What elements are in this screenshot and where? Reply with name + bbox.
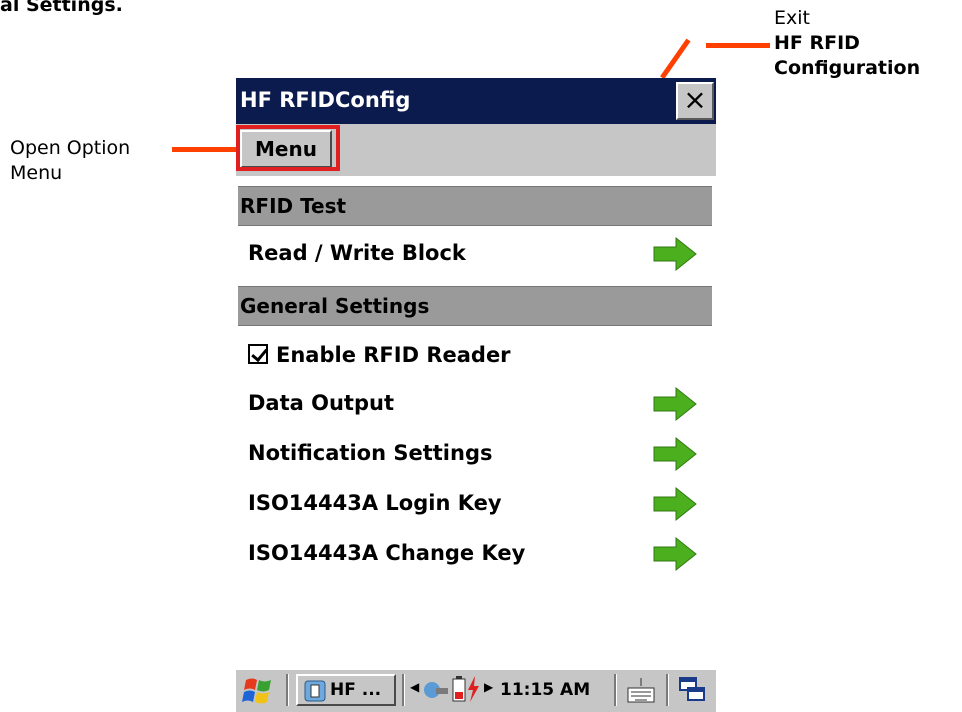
iso14443a-login-key-item[interactable]: ISO14443A Login Key: [248, 480, 698, 526]
exit-callout-line-h: [706, 43, 770, 48]
taskbar-separator: [666, 674, 669, 706]
enable-rfid-label: Enable RFID Reader: [276, 343, 511, 367]
notification-settings-label: Notification Settings: [248, 441, 493, 465]
iso14443a-login-key-label: ISO14443A Login Key: [248, 491, 502, 515]
windows-flag-icon[interactable]: [242, 676, 276, 706]
taskbar: HF ... ◀ ▶ 11:15 AM: [236, 668, 716, 712]
taskbar-app-label: HF ...: [330, 680, 382, 700]
green-arrow-icon: [653, 536, 697, 572]
menu-callout: Open Option Menu: [10, 137, 131, 184]
green-arrow-icon: [653, 486, 697, 522]
device-screen: HF RFIDConfig × Menu RFID Test Read / Wr…: [236, 78, 716, 712]
scroll-left-icon[interactable]: ◀: [410, 680, 419, 694]
menu-callout-line: [172, 147, 238, 152]
exit-callout-prefix: Exit: [774, 7, 810, 29]
green-arrow-icon: [653, 386, 697, 422]
scroll-right-icon[interactable]: ▶: [484, 680, 493, 694]
keyboard-icon[interactable]: [626, 676, 656, 704]
data-output-item[interactable]: Data Output: [248, 380, 698, 426]
charging-icon: [468, 676, 479, 702]
taskbar-separator: [402, 674, 405, 706]
enable-rfid-checkbox[interactable]: [248, 344, 268, 364]
read-write-block-item[interactable]: Read / Write Block: [248, 230, 698, 276]
section-header-general-settings: General Settings: [238, 286, 712, 326]
clock[interactable]: 11:15 AM: [500, 674, 590, 706]
exit-callout: Exit HF RFID Configuration: [774, 6, 962, 81]
close-button[interactable]: ×: [676, 82, 714, 120]
title-bar: HF RFIDConfig ×: [236, 78, 716, 124]
exit-callout-bold: HF RFID Configuration: [774, 32, 921, 79]
document-text-fragment: al Settings.: [0, 0, 123, 16]
app-icon: [304, 680, 326, 702]
taskbar-separator: [286, 674, 289, 706]
notification-settings-item[interactable]: Notification Settings: [248, 430, 698, 476]
window-title: HF RFIDConfig: [240, 88, 411, 112]
green-arrow-icon: [653, 236, 697, 272]
section-header-rfid-test: RFID Test: [238, 186, 712, 226]
exit-callout-line-d: [660, 38, 691, 80]
data-output-label: Data Output: [248, 391, 394, 415]
network-icon[interactable]: [422, 678, 450, 702]
taskbar-app-button[interactable]: HF ...: [296, 674, 396, 706]
green-arrow-icon: [653, 436, 697, 472]
iso14443a-change-key-label: ISO14443A Change Key: [248, 541, 526, 565]
taskbar-separator: [614, 674, 617, 706]
menu-highlight-box: [236, 125, 340, 171]
read-write-block-label: Read / Write Block: [248, 241, 466, 265]
window-switch-icon[interactable]: [678, 676, 706, 704]
enable-rfid-reader-item[interactable]: Enable RFID Reader: [248, 332, 698, 378]
battery-icon[interactable]: [452, 676, 466, 702]
iso14443a-change-key-item[interactable]: ISO14443A Change Key: [248, 530, 698, 576]
